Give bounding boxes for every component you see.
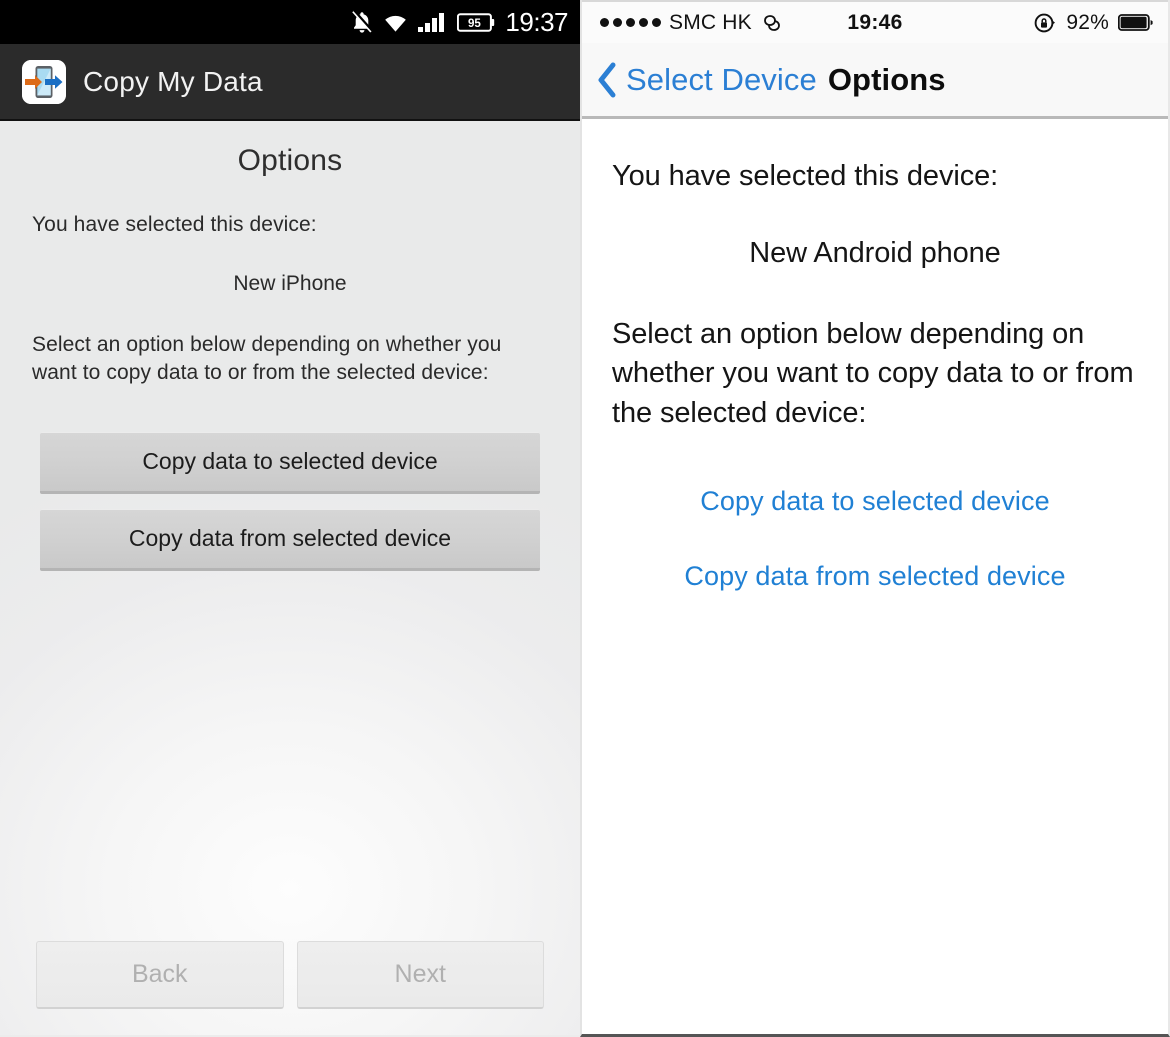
android-status-bar: 95 19:37 (0, 0, 580, 44)
mute-bell-icon (352, 10, 374, 33)
ios-content-area: You have selected this device: New Andro… (582, 157, 1168, 1034)
android-content-area: Options You have selected this device: N… (0, 121, 580, 1035)
ios-battery-percent: 92% (1066, 10, 1109, 34)
android-status-time: 19:37 (505, 6, 568, 37)
android-option-buttons: Copy data to selected device Copy data f… (0, 431, 580, 571)
chevron-left-icon (598, 62, 616, 97)
data-network-icon (763, 14, 780, 31)
ios-status-bar: SMC HK 19:46 92% (582, 0, 1168, 43)
ios-phone-screen: SMC HK 19:46 92% Select Device Options Y… (580, 0, 1170, 1037)
ios-nav-bar: Select Device Options (582, 43, 1168, 119)
copy-data-to-selected-device-button[interactable]: Copy data to selected device (40, 431, 540, 494)
ios-instruction-text: Select an option below depending on whet… (612, 317, 1134, 430)
next-button[interactable]: Next (296, 941, 544, 1009)
android-selected-device-value: New iPhone (233, 271, 347, 295)
ios-carrier-name: SMC HK (669, 10, 752, 34)
svg-text:95: 95 (468, 16, 481, 29)
wifi-icon (385, 15, 407, 32)
android-phone-screen: 95 19:37 Copy My Data Options You have s… (0, 0, 580, 1037)
android-selected-device-label: You have selected this device: (32, 213, 317, 236)
ios-option-links: Copy data to selected device Copy data f… (612, 486, 1138, 592)
copy-data-from-selected-device-link[interactable]: Copy data from selected device (684, 561, 1065, 592)
signal-dots-icon (600, 18, 661, 27)
android-page-heading: Options (237, 144, 343, 177)
dual-screenshot-comparison: 95 19:37 Copy My Data Options You have s… (0, 0, 1170, 1037)
ios-back-button[interactable]: Select Device (596, 61, 817, 99)
ios-selected-device-value: New Android phone (749, 236, 1001, 269)
battery-icon (1118, 13, 1153, 31)
ios-nav-title: Options (827, 61, 946, 97)
ios-selected-device-label: You have selected this device: (612, 160, 999, 192)
battery-icon: 95 (457, 12, 495, 32)
copy-my-data-app-icon (22, 59, 66, 104)
ios-back-label: Select Device (626, 61, 817, 97)
android-wizard-nav: Back Next (0, 941, 580, 1009)
ios-status-left: SMC HK (600, 11, 784, 35)
android-instruction-text: Select an option below depending on whet… (32, 332, 502, 384)
back-button[interactable]: Back (36, 941, 284, 1009)
android-action-bar: Copy My Data (0, 44, 580, 121)
copy-data-from-selected-device-button[interactable]: Copy data from selected device (40, 508, 540, 571)
signal-bars-icon (418, 12, 445, 32)
ios-status-right: 92% (1033, 11, 1154, 35)
copy-data-to-selected-device-link[interactable]: Copy data to selected device (700, 486, 1050, 517)
rotation-lock-icon (1035, 13, 1056, 32)
android-app-title: Copy My Data (83, 65, 263, 97)
